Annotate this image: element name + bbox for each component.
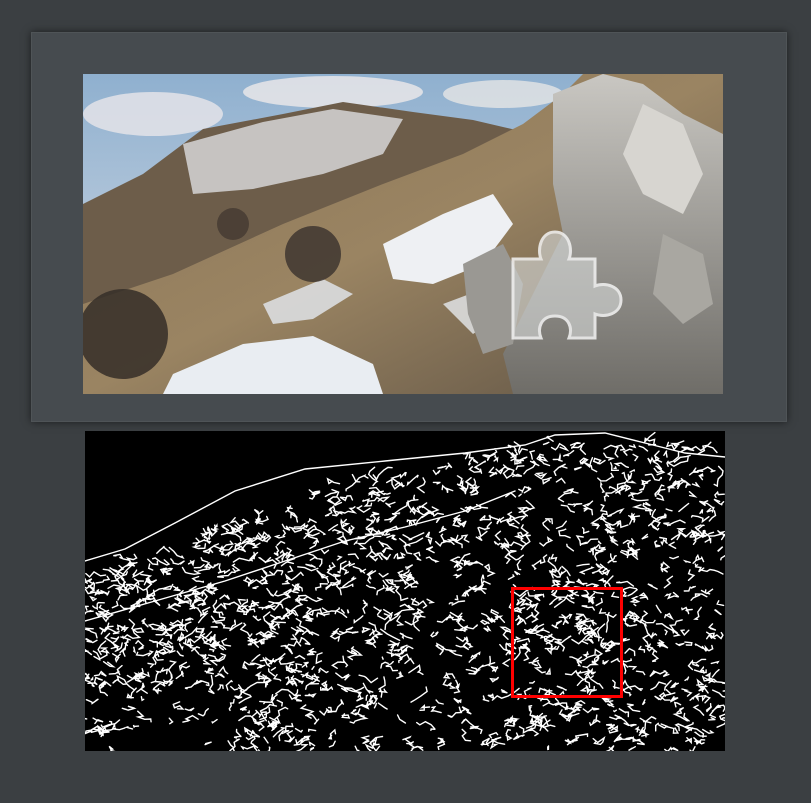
- page: [0, 0, 811, 803]
- edge-detection-map: [85, 431, 725, 751]
- captcha-background-image: [83, 74, 723, 394]
